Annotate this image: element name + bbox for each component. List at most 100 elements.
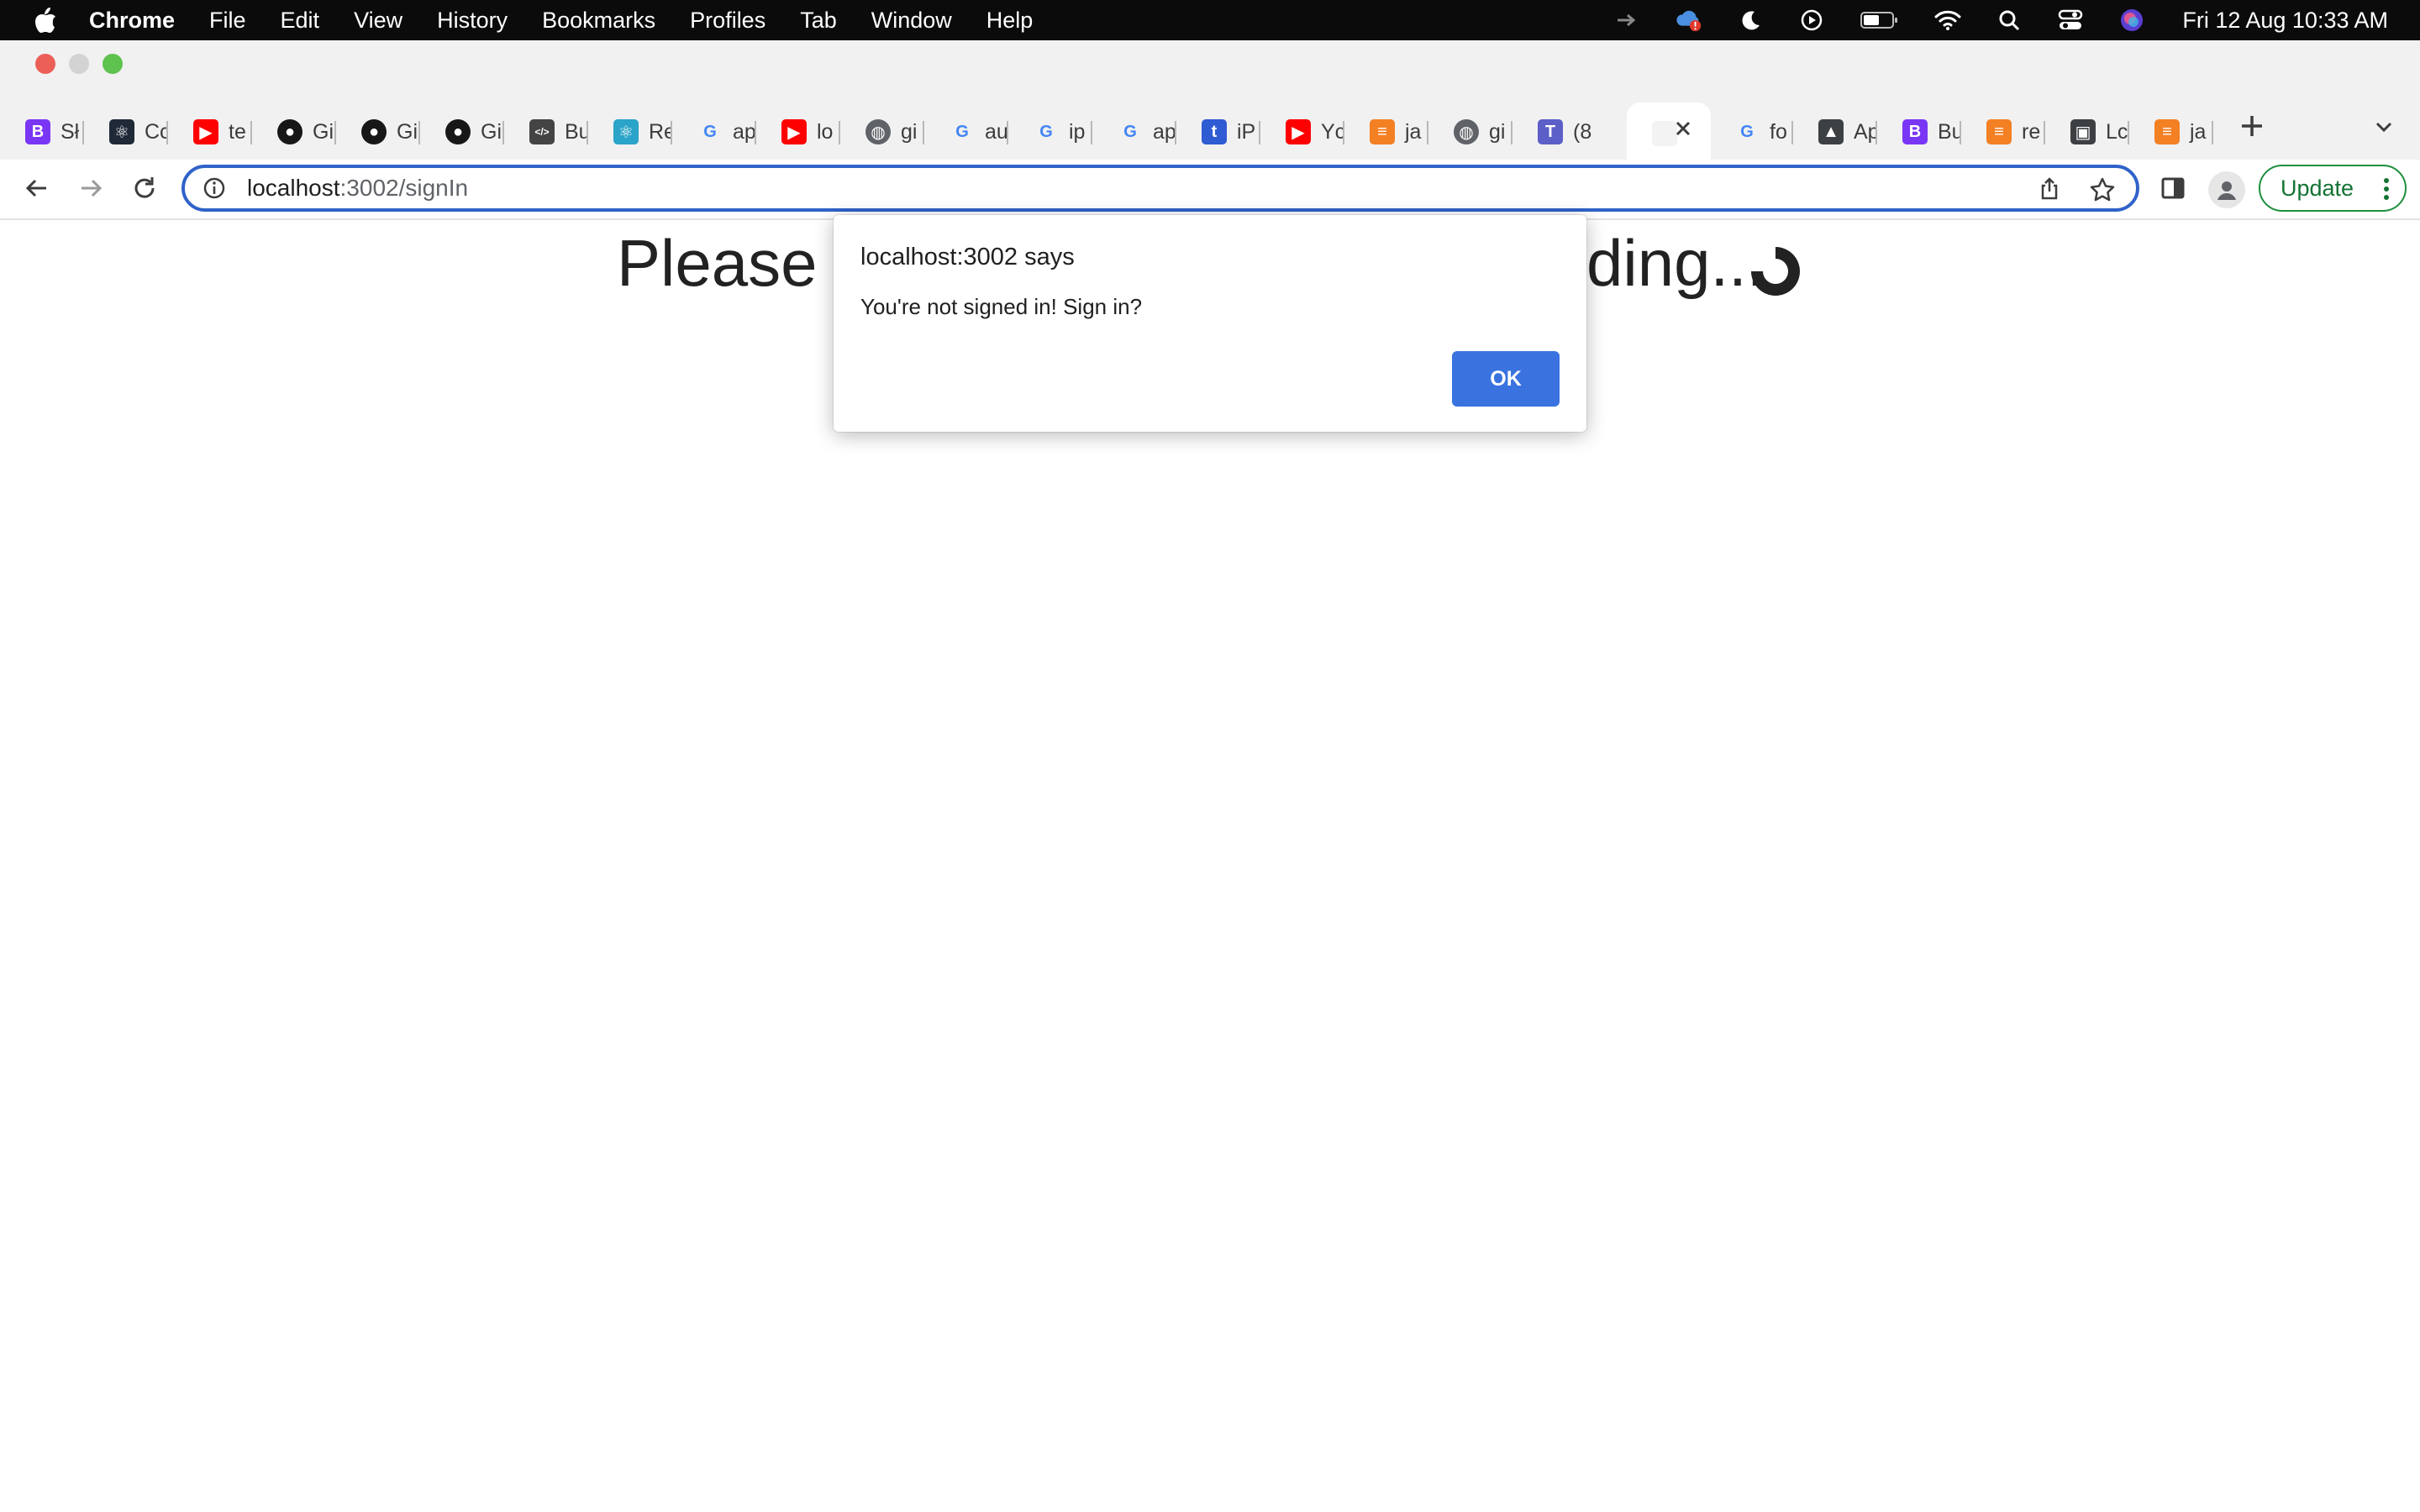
- tab-title: Gi: [313, 119, 334, 144]
- browser-tab[interactable]: ▶ Yc: [1260, 106, 1344, 158]
- browser-tab[interactable]: B Bu: [1877, 106, 1961, 158]
- browser-tab[interactable]: ● Gi: [420, 106, 504, 158]
- ok-button[interactable]: OK: [1452, 351, 1560, 407]
- browser-tab[interactable]: [1627, 102, 1711, 165]
- browser-tab[interactable]: ◍ gi: [1428, 106, 1512, 158]
- tab-title: Re: [649, 119, 672, 144]
- back-button[interactable]: [20, 171, 54, 205]
- side-panel-icon[interactable]: [2160, 175, 2186, 202]
- browser-tab[interactable]: ⚛ Re: [588, 106, 672, 158]
- browser-tab[interactable]: ● Gi: [336, 106, 420, 158]
- page-heading-right: ding...: [1586, 226, 1765, 300]
- google-icon: G: [1123, 122, 1137, 141]
- browser-tab[interactable]: T (8: [1512, 106, 1597, 158]
- new-tab-button[interactable]: [2235, 109, 2269, 143]
- tab-title: gi: [1489, 119, 1506, 144]
- zoom-window-button[interactable]: [103, 54, 123, 74]
- tumblr-icon: t: [1202, 119, 1227, 144]
- menu-file[interactable]: File: [209, 8, 246, 34]
- browser-tab[interactable]: Gap: [1092, 106, 1176, 158]
- react-icon: ⚛: [613, 119, 639, 144]
- browser-tab[interactable]: ≡ ja: [2129, 106, 2213, 158]
- site-info-icon[interactable]: [202, 176, 227, 201]
- bookmark-star-icon[interactable]: [2089, 176, 2116, 203]
- tab-title: Lc: [2106, 119, 2128, 144]
- menu-history[interactable]: History: [437, 8, 508, 34]
- browser-tab[interactable]: ▣ Lc: [2045, 106, 2129, 158]
- browser-tab[interactable]: </> Bu: [504, 106, 588, 158]
- tab-title: te: [229, 119, 246, 144]
- youtube-icon: ▶: [781, 119, 807, 144]
- close-window-button[interactable]: [35, 54, 55, 74]
- menu-help[interactable]: Help: [986, 8, 1034, 34]
- menu-app-name[interactable]: Chrome: [89, 8, 175, 34]
- menu-window[interactable]: Window: [871, 8, 952, 34]
- bootstrap-icon: B: [25, 119, 50, 144]
- browser-tab[interactable]: Gap: [672, 106, 756, 158]
- menu-bookmarks[interactable]: Bookmarks: [542, 8, 655, 34]
- tab-title: iP: [1237, 119, 1256, 144]
- browser-tab[interactable]: Gau: [924, 106, 1008, 158]
- reload-button[interactable]: [128, 171, 161, 205]
- dialog-title: localhost:3002 says: [860, 244, 1075, 270]
- close-tab-icon[interactable]: [1672, 118, 1694, 139]
- update-chrome-button[interactable]: Update: [2259, 165, 2407, 212]
- profile-avatar-icon[interactable]: [2208, 171, 2245, 208]
- forward-arrow-icon: [82, 179, 103, 197]
- youtube-icon: ▶: [193, 119, 218, 144]
- google-icon: G: [1740, 122, 1754, 141]
- spotlight-search-icon[interactable]: [1996, 7, 2023, 34]
- moon-icon[interactable]: [1737, 7, 1764, 34]
- browser-tab[interactable]: B Sł: [0, 106, 84, 158]
- browser-tab[interactable]: ▶ te: [168, 106, 252, 158]
- browser-tab[interactable]: Gfo: [1709, 106, 1793, 158]
- browser-tab[interactable]: t iP: [1176, 106, 1260, 158]
- tab-title: Bu: [565, 119, 588, 144]
- tab-search-chevron-icon[interactable]: [2371, 114, 2396, 139]
- address-bar[interactable]: localhost:3002/signIn: [182, 165, 2139, 212]
- image-icon: ▣: [2070, 119, 2096, 144]
- menu-tab[interactable]: Tab: [800, 8, 837, 34]
- browser-tab[interactable]: ⚛ Cc: [84, 106, 168, 158]
- stackoverflow-icon: ≡: [2154, 119, 2180, 144]
- address-url[interactable]: localhost:3002/signIn: [247, 175, 468, 202]
- browser-tab[interactable]: ≡ ja: [1344, 106, 1428, 158]
- tab-title: Ap: [1854, 119, 1877, 144]
- menu-view[interactable]: View: [354, 8, 402, 34]
- browser-tab[interactable]: ≡ re: [1961, 106, 2045, 158]
- cloud-alert-icon[interactable]: [1676, 7, 1702, 34]
- share-icon[interactable]: [2037, 176, 2062, 202]
- tab-title: lo: [817, 119, 834, 144]
- apple-logo-icon[interactable]: [34, 7, 57, 34]
- control-center-icon[interactable]: [2057, 7, 2084, 34]
- tab-title: ja: [2190, 119, 2207, 144]
- github-icon: ●: [361, 119, 387, 144]
- browser-tab[interactable]: ▲ Ap: [1793, 106, 1877, 158]
- play-circle-icon[interactable]: [1798, 7, 1825, 34]
- arrow-status-icon[interactable]: [1614, 7, 1641, 34]
- menu-profiles[interactable]: Profiles: [690, 8, 765, 34]
- minimize-window-button[interactable]: [69, 54, 89, 74]
- siri-icon[interactable]: [2118, 7, 2145, 34]
- react-dark-icon: ⚛: [109, 119, 134, 144]
- bootstrap-icon: B: [1902, 119, 1928, 144]
- page-heading-left: Please: [617, 226, 818, 300]
- tab-title: Gi: [481, 119, 502, 144]
- browser-tab[interactable]: ● Gi: [252, 106, 336, 158]
- macos-menu-bar: Chrome File Edit View History Bookmarks …: [0, 0, 2420, 40]
- forward-button[interactable]: [74, 171, 108, 205]
- graduation-cap-icon: ▲: [1818, 119, 1844, 144]
- battery-icon[interactable]: [1860, 7, 1900, 34]
- stackoverflow-icon: ≡: [1986, 119, 2012, 144]
- loading-spinner-icon: [1748, 244, 1803, 299]
- menu-bar-clock[interactable]: Fri 12 Aug 10:33 AM: [2182, 8, 2388, 34]
- wifi-icon[interactable]: [1934, 7, 1961, 34]
- menu-edit[interactable]: Edit: [281, 8, 320, 34]
- browser-tab[interactable]: ▶ lo: [756, 106, 840, 158]
- google-icon: G: [703, 122, 717, 141]
- browser-tab[interactable]: Gip: [1008, 106, 1092, 158]
- window-title-bar: [0, 40, 2420, 87]
- browser-tab[interactable]: ◍ gi: [840, 106, 924, 158]
- stackoverflow-icon: ≡: [1370, 119, 1395, 144]
- kebab-menu-icon[interactable]: [2383, 176, 2390, 202]
